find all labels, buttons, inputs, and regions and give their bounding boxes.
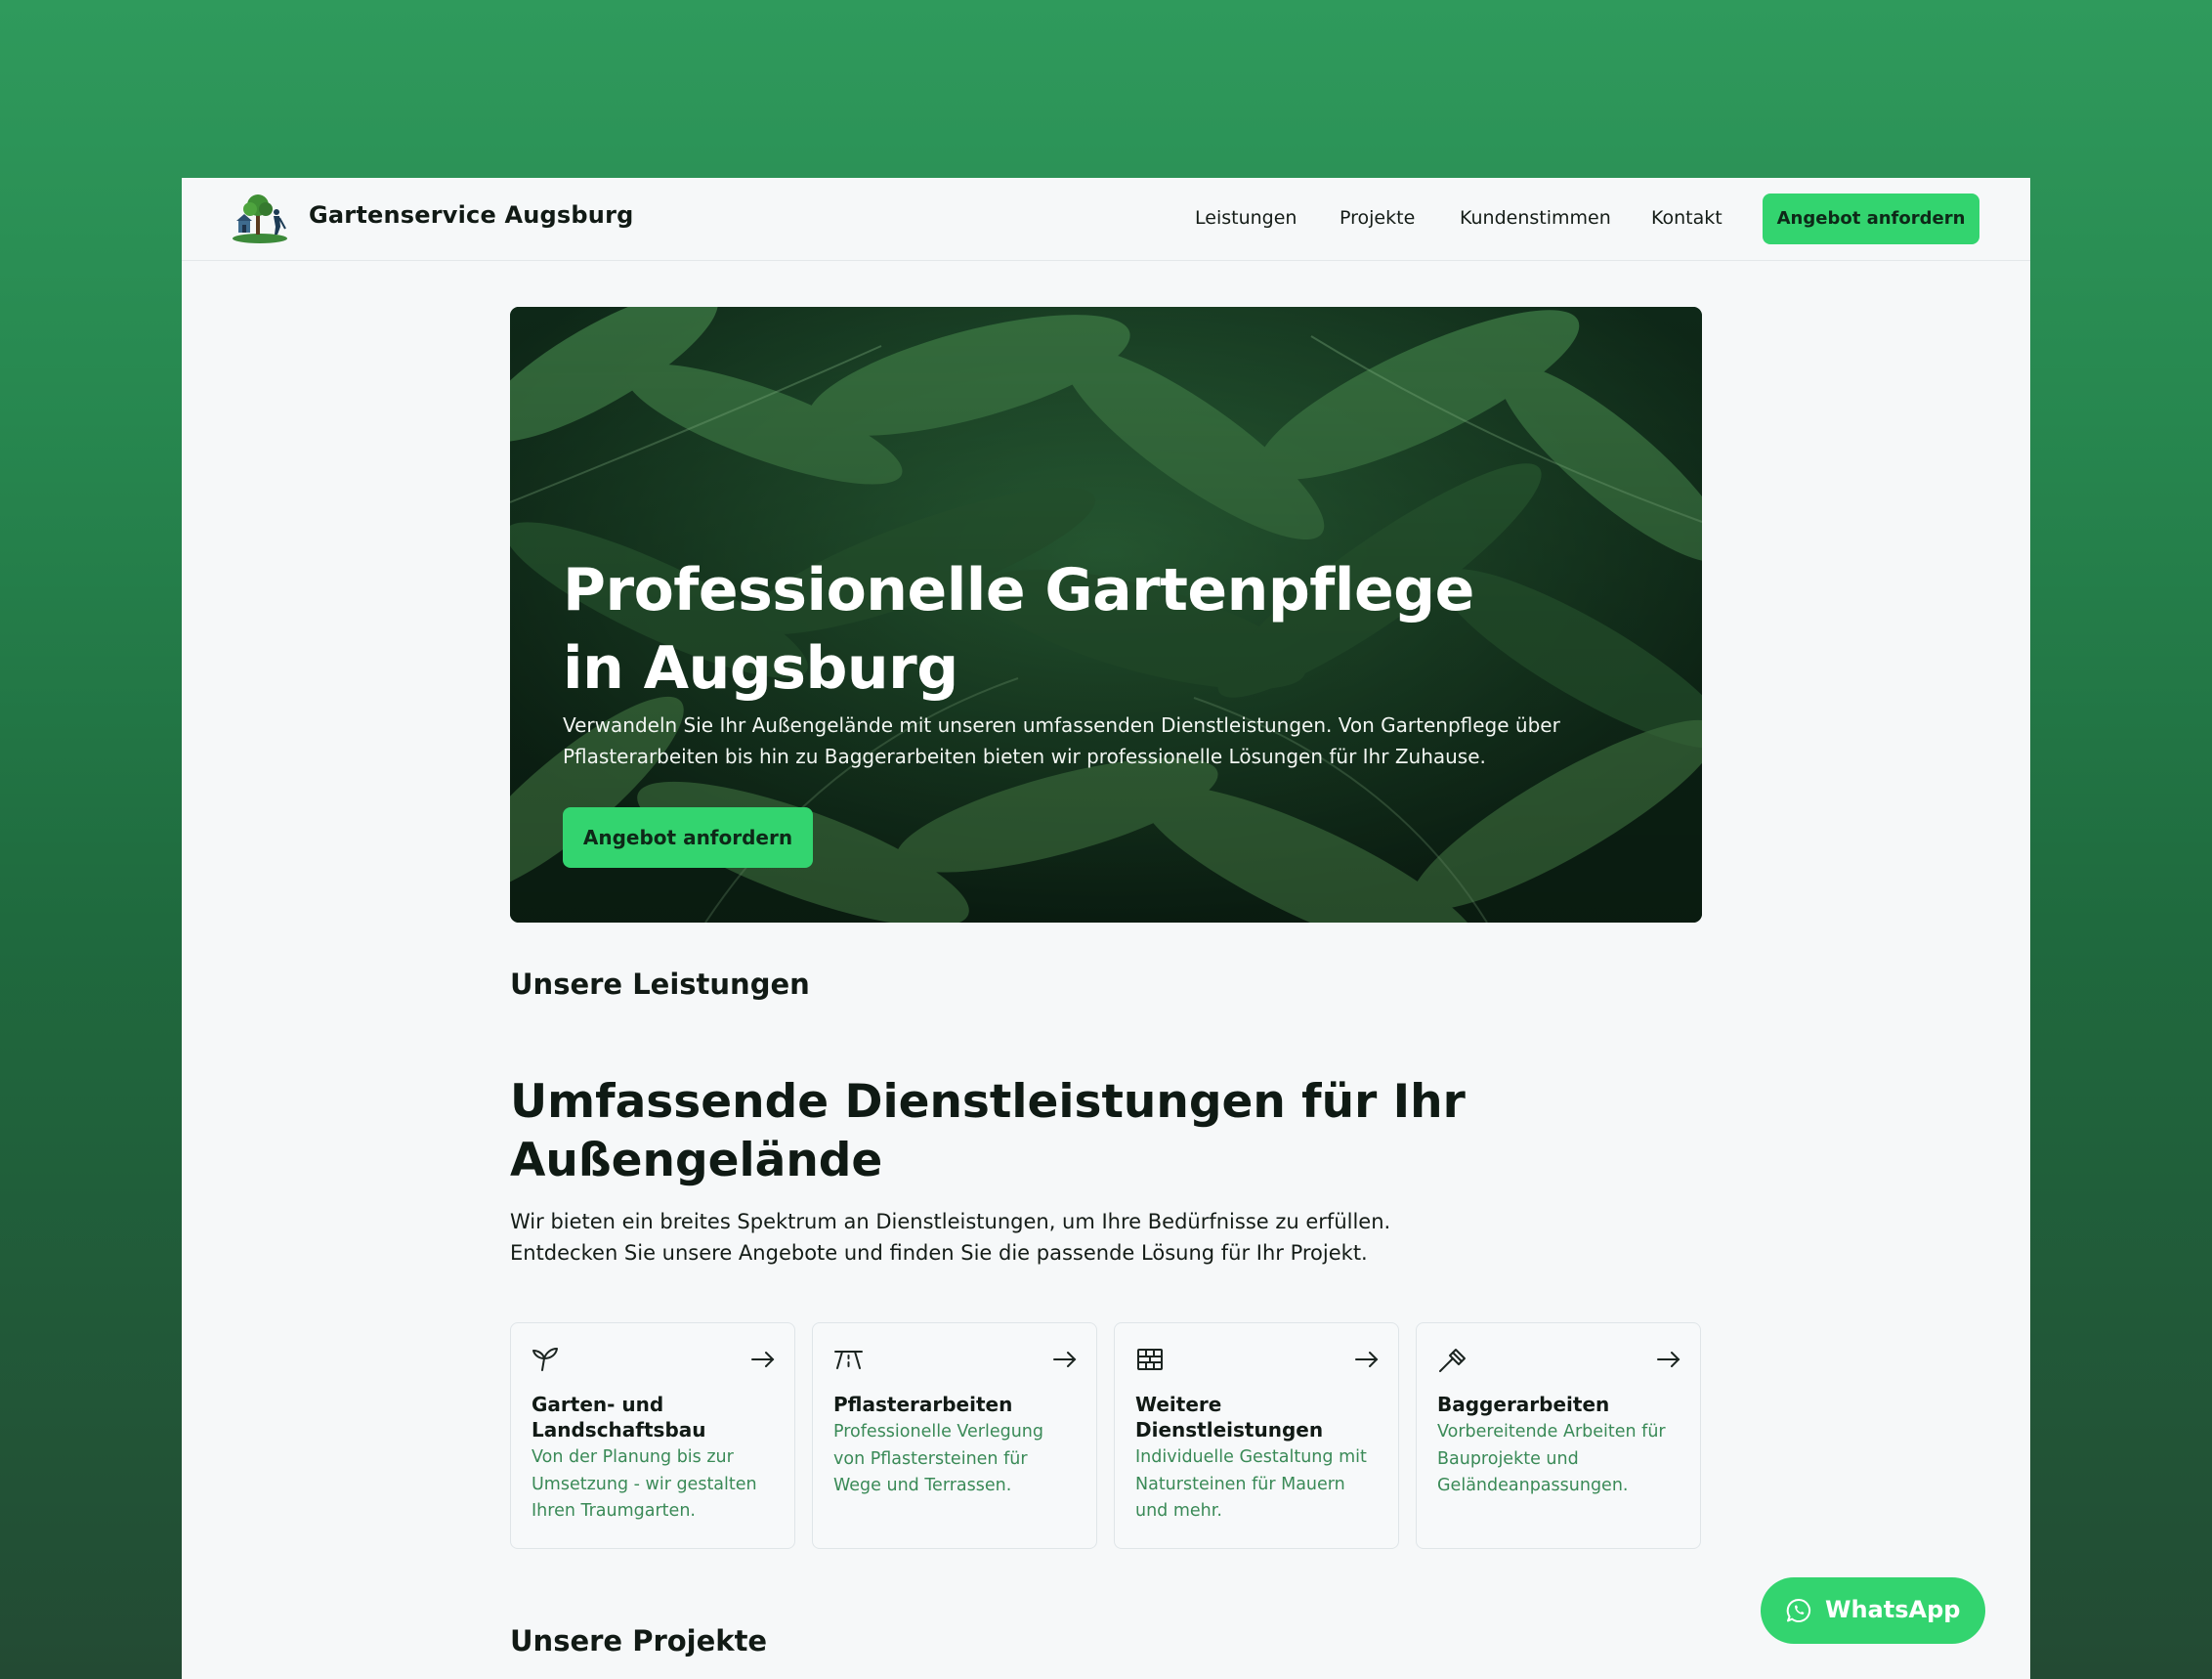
nav-link-leistungen[interactable]: Leistungen [1195, 207, 1297, 229]
arrow-right-icon [751, 1352, 775, 1367]
service-card-description: Von der Planung bis zur Umsetzung - wir … [532, 1447, 757, 1521]
arrow-right-icon [1657, 1352, 1680, 1367]
service-card-title: Baggerarbeiten [1437, 1393, 1610, 1416]
brand-name[interactable]: Gartenservice Augsburg [309, 201, 634, 229]
sprout-icon [532, 1348, 558, 1371]
service-card-title: Pflasterarbeiten [833, 1393, 1013, 1416]
services-section-label: Unsere Leistungen [510, 968, 810, 1001]
nav-quote-button[interactable]: Angebot anfordern [1763, 194, 1979, 244]
service-card-further-services[interactable]: Weitere Dienstleistungen Individuelle Ge… [1114, 1322, 1399, 1549]
service-card-excavation[interactable]: Baggerarbeiten Vorbereitende Arbeiten fü… [1416, 1322, 1701, 1549]
hero-quote-button[interactable]: Angebot anfordern [563, 807, 813, 868]
whatsapp-button[interactable]: WhatsApp [1761, 1577, 1985, 1644]
whatsapp-label: WhatsApp [1825, 1596, 1961, 1623]
hero-subtitle: Verwandeln Sie Ihr Außengelände mit unse… [563, 713, 1560, 768]
projects-section-label: Unsere Projekte [510, 1624, 768, 1657]
services-intro: Wir bieten ein breites Spektrum an Diens… [510, 1210, 1391, 1265]
nav-link-projekte[interactable]: Projekte [1340, 207, 1415, 229]
service-card-paving[interactable]: Pflasterarbeiten Professionelle Verlegun… [812, 1322, 1097, 1549]
hero-banner: Professionelle Gartenpflege in Augsburg … [510, 307, 1702, 923]
logo-icon[interactable] [231, 192, 289, 244]
whatsapp-icon [1786, 1598, 1811, 1622]
nav-link-kontakt[interactable]: Kontakt [1651, 207, 1723, 229]
hammer-icon [1439, 1349, 1466, 1372]
hero-title: Professionelle Gartenpflege in Augsburg [563, 556, 1474, 703]
navbar: Gartenservice Augsburg Leistungen Projek… [182, 178, 2030, 261]
brick-wall-icon [1137, 1349, 1163, 1370]
service-card-title: Garten- und Landschaftsbau [532, 1393, 706, 1442]
service-card-description: Professionelle Verlegung von Pflasterste… [833, 1422, 1044, 1495]
arrow-right-icon [1053, 1352, 1077, 1367]
paving-icon [834, 1351, 863, 1369]
nav-link-kundenstimmen[interactable]: Kundenstimmen [1460, 207, 1611, 229]
browser-window: Gartenservice Augsburg Leistungen Projek… [182, 178, 2030, 1679]
arrow-right-icon [1355, 1352, 1379, 1367]
service-card-description: Individuelle Gestaltung mit Natursteinen… [1135, 1447, 1367, 1521]
services-heading: Umfassende Dienstleistungen für Ihr Auße… [510, 1075, 1466, 1187]
service-card-description: Vorbereitende Arbeiten für Bauprojekte u… [1437, 1422, 1666, 1495]
service-card-landscaping[interactable]: Garten- und Landschaftsbau Von der Planu… [510, 1322, 795, 1549]
service-card-title: Weitere Dienstleistungen [1135, 1393, 1324, 1442]
